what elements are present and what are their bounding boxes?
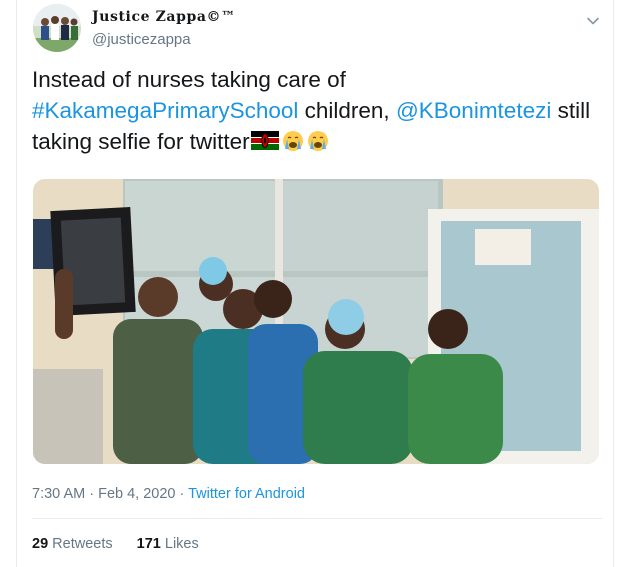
- tweet-stats: 29 Retweets 171 Likes: [32, 536, 219, 552]
- retweets-count: 29: [32, 536, 49, 552]
- tweet-time[interactable]: 7:30 AM: [32, 486, 85, 502]
- likes-count: 171: [136, 536, 161, 552]
- tweet-text: Instead of nurses taking care of #Kakame…: [32, 64, 602, 157]
- meta-separator: ·: [85, 486, 99, 502]
- divider: [32, 518, 602, 519]
- crying-face-icon: [307, 131, 328, 151]
- avatar-photo: [33, 4, 81, 52]
- tweet-photo[interactable]: [33, 179, 599, 464]
- likes-stat[interactable]: 171 Likes: [137, 536, 199, 552]
- hashtag-link[interactable]: #KakamegaPrimarySchool: [32, 98, 298, 123]
- tweet-card: Justice Zappa©™ @justicezappa Instead of…: [16, 0, 614, 567]
- meta-separator: ·: [175, 486, 189, 502]
- group-selfie-photo: [33, 179, 599, 464]
- kenya-flag-icon: [250, 131, 279, 150]
- retweets-label: Retweets: [48, 536, 113, 552]
- tweet-date[interactable]: Feb 4, 2020: [98, 486, 175, 502]
- tweet-meta: 7:30 AM · Feb 4, 2020 · Twitter for Andr…: [32, 486, 305, 502]
- tweet-text-part: Instead of nurses taking care of: [32, 67, 346, 92]
- tweet-text-part: children,: [298, 98, 396, 123]
- avatar[interactable]: [33, 4, 81, 52]
- likes-label: Likes: [160, 536, 199, 552]
- user-handle[interactable]: @justicezappa: [92, 31, 191, 48]
- source-link[interactable]: Twitter for Android: [188, 486, 305, 502]
- mention-link[interactable]: @KBonimtetezi: [396, 98, 551, 123]
- chevron-down-icon: [587, 17, 599, 25]
- crying-face-icon: [282, 131, 303, 151]
- retweets-stat[interactable]: 29 Retweets: [32, 536, 113, 552]
- more-options-button[interactable]: [580, 8, 606, 34]
- display-name[interactable]: Justice Zappa©™: [92, 9, 236, 25]
